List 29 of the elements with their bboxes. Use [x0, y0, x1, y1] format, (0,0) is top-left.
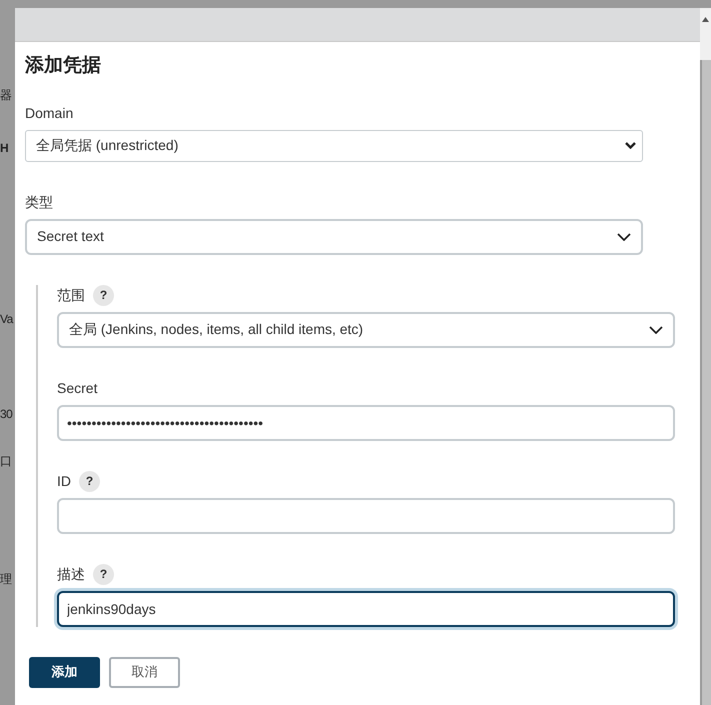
dropdown-field[interactable]: 全局 (Jenkins, nodes, items, all child items, etc): [57, 312, 675, 348]
dropdown-field[interactable]: Secret text: [25, 218, 643, 254]
background-text: Va: [0, 311, 14, 328]
cancel-button[interactable]: 取消: [109, 656, 180, 688]
background-text: 30: [0, 406, 14, 423]
field-label: 描述: [57, 564, 85, 584]
dialog-title: 添加凭据: [25, 54, 102, 78]
background-text: 理: [0, 571, 12, 588]
dropdown-field[interactable]: 全局凭据 (unrestricted): [25, 130, 643, 162]
background-text: H: [0, 140, 10, 157]
field-label: 类型: [25, 192, 53, 212]
scroll-up-icon[interactable]: [702, 17, 709, 22]
field-label: ID: [57, 472, 71, 490]
background-text: 口: [0, 453, 12, 470]
add-button[interactable]: 添加: [29, 656, 100, 688]
input-field[interactable]: ••••••••••••••••••••••••••••••••••••••••: [57, 404, 675, 440]
scrollbar-thumb[interactable]: [702, 60, 711, 705]
input-field[interactable]: [57, 498, 675, 534]
help-button[interactable]: ?: [93, 564, 114, 584]
chevron-down-icon: [649, 326, 663, 334]
chevron-down-icon: [617, 232, 631, 240]
field-label: Secret: [57, 378, 98, 398]
help-button[interactable]: ?: [79, 470, 100, 492]
field-label: Domain: [25, 104, 74, 122]
input-field[interactable]: jenkins90days: [57, 590, 675, 626]
background-text: 器: [0, 87, 12, 104]
chevron-down-icon: [625, 142, 636, 149]
help-button[interactable]: ?: [93, 284, 114, 306]
field-label: 范围: [57, 286, 85, 304]
